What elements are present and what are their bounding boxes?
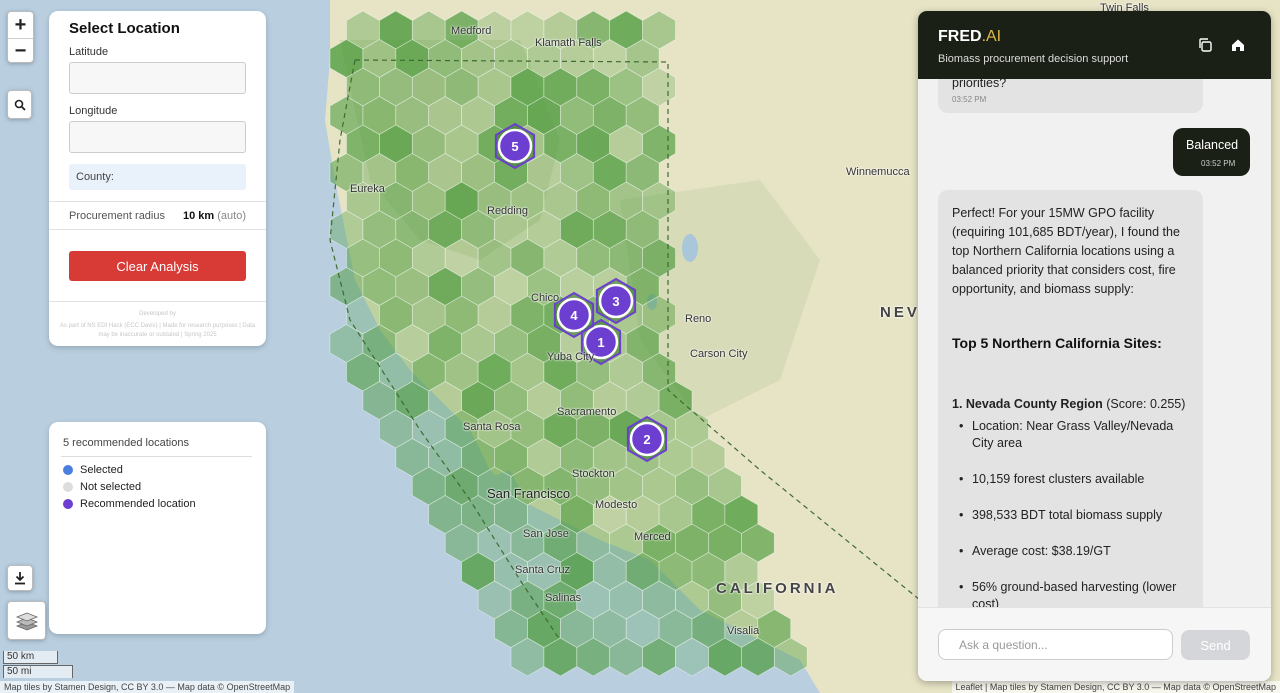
download-icon (15, 572, 25, 585)
chat-messages[interactable]: priorities? 03:52 PM Balanced 03:52 PM P… (918, 79, 1271, 607)
latitude-input[interactable] (69, 62, 246, 94)
location-panel: Select Location Latitude Longitude Count… (49, 11, 266, 346)
download-button[interactable] (7, 565, 33, 591)
not-selected-dot-icon (63, 482, 73, 492)
city-label: Stockton (572, 468, 615, 480)
site-bullet: 10,159 forest clusters available (959, 471, 1182, 488)
city-label: Eureka (350, 183, 385, 195)
radius-label: Procurement radius (69, 210, 165, 222)
divider (49, 229, 266, 230)
city-label: Visalia (727, 625, 760, 637)
legend-label: Not selected (80, 481, 142, 493)
recommended-dot-icon (63, 499, 73, 509)
state-label: CALIFORNIA (716, 580, 839, 597)
message-text: Balanced (1186, 138, 1239, 152)
legend-label: Selected (80, 464, 123, 476)
site-title: 1. Nevada County Region (Score: 0.255) (952, 397, 1186, 411)
chat-composer: Send (918, 607, 1271, 681)
home-icon[interactable] (1230, 37, 1246, 53)
county-display: County: (69, 164, 246, 190)
legend-item-selected: Selected (63, 464, 123, 476)
search-icon (14, 99, 26, 111)
legend-item-recommended: Recommended location (63, 498, 196, 510)
procurement-radius-row: Procurement radius 10 km (auto) (69, 210, 246, 222)
chat-header: FRED.AI Biomass procurement decision sup… (918, 11, 1271, 79)
app-subtitle: Biomass procurement decision support (938, 53, 1129, 65)
clear-analysis-button[interactable]: Clear Analysis (69, 251, 246, 281)
marker-label: 1 (597, 335, 604, 350)
legend-item-not-selected: Not selected (63, 481, 141, 493)
panel-title: Select Location (69, 20, 180, 37)
city-label: San Francisco (487, 486, 571, 501)
site-bullet: 56% ground-based harvesting (lower cost) (959, 579, 1182, 607)
scale-bar-mi: 50 mi (3, 665, 73, 678)
marker-label: 2 (643, 432, 650, 447)
footer-note: As part of NS EDI Hack (ECC Davis) | Mad… (59, 323, 256, 338)
marker-label: 3 (612, 294, 619, 309)
scale-bar-km: 50 km (3, 651, 58, 664)
city-label: Medford (451, 25, 492, 37)
city-label: Sacramento (557, 406, 617, 418)
app-title: FRED.AI (938, 28, 1002, 45)
message-time: 03:52 PM (1201, 159, 1236, 168)
lake (682, 234, 698, 262)
city-label: Merced (634, 531, 671, 543)
legend-title: 5 recommended locations (63, 437, 189, 449)
user-message: Balanced 03:52 PM (1173, 128, 1250, 176)
chat-input[interactable] (938, 629, 1173, 660)
longitude-label: Longitude (69, 105, 118, 117)
city-label: Salinas (545, 592, 582, 604)
legend-label: Recommended location (80, 498, 196, 510)
city-label: Modesto (595, 499, 638, 511)
layers-icon (15, 612, 38, 630)
city-label: San Jose (523, 528, 569, 540)
chat-panel: FRED.AI Biomass procurement decision sup… (918, 11, 1271, 681)
site-bullet: Average cost: $38.19/GT (959, 543, 1182, 560)
divider (61, 456, 252, 457)
city-label: Santa Rosa (463, 421, 521, 433)
divider (49, 301, 266, 302)
city-label: Santa Cruz (515, 564, 571, 576)
latitude-label: Latitude (69, 46, 109, 58)
divider (49, 201, 266, 202)
message-heading: Top 5 Northern California Sites: (952, 335, 1162, 351)
zoom-in-button[interactable]: + (8, 12, 33, 38)
radius-value: 10 km (auto) (182, 210, 246, 222)
city-label: Chico (531, 292, 560, 304)
city-label: Carson City (690, 348, 748, 360)
site-bullet: Location: Near Grass Valley/Nevada City … (959, 418, 1182, 452)
search-button[interactable] (7, 90, 32, 119)
bot-message: Perfect! For your 15MW GPO facility (req… (938, 190, 1203, 607)
zoom-control: + − (7, 11, 34, 63)
city-label: Redding (487, 205, 528, 217)
selected-dot-icon (63, 465, 73, 475)
bot-message: priorities? 03:52 PM (938, 79, 1203, 113)
site-bullet: 398,533 BDT total biomass supply (959, 507, 1182, 524)
legend-panel: 5 recommended locations Selected Not sel… (49, 422, 266, 634)
developed-by: Developed by (139, 311, 176, 317)
copy-icon[interactable] (1197, 37, 1213, 53)
marker-label: 4 (570, 308, 578, 323)
marker-label: 5 (511, 139, 518, 154)
layers-button[interactable] (7, 601, 46, 640)
city-label: Reno (685, 313, 712, 325)
map-attribution[interactable]: Map tiles by Stamen Design, CC BY 3.0 — … (0, 681, 295, 693)
longitude-input[interactable] (69, 121, 246, 153)
city-label: Klamath Falls (535, 37, 602, 49)
leaflet-attribution[interactable]: Leaflet | Map tiles by Stamen Design, CC… (951, 681, 1280, 693)
zoom-out-button[interactable]: − (8, 38, 33, 64)
city-label: Yuba City (547, 351, 595, 363)
message-text: Perfect! For your 15MW GPO facility (req… (952, 206, 1180, 296)
message-time: 03:52 PM (952, 95, 987, 104)
city-label: Winnemucca (846, 166, 910, 178)
message-text: priorities? (952, 79, 1007, 90)
send-button[interactable]: Send (1181, 630, 1250, 660)
